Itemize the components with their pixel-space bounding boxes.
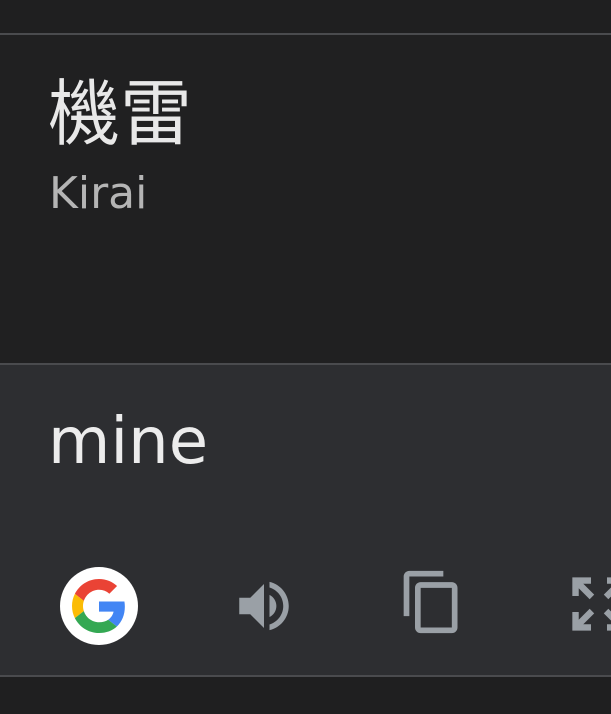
speaker-icon xyxy=(239,581,289,631)
bottom-strip xyxy=(0,677,611,714)
romanization-text: Kirai xyxy=(49,168,148,219)
expand-button[interactable] xyxy=(563,568,611,640)
google-search-button[interactable] xyxy=(60,567,138,645)
expand-icon xyxy=(572,577,611,631)
translation-text: mine xyxy=(48,405,209,479)
top-strip xyxy=(0,0,611,33)
copy-button[interactable] xyxy=(396,566,468,638)
copy-icon xyxy=(403,570,458,634)
google-logo-icon xyxy=(72,579,125,633)
speaker-button[interactable] xyxy=(228,570,300,642)
source-text: 機雷 xyxy=(48,72,193,156)
